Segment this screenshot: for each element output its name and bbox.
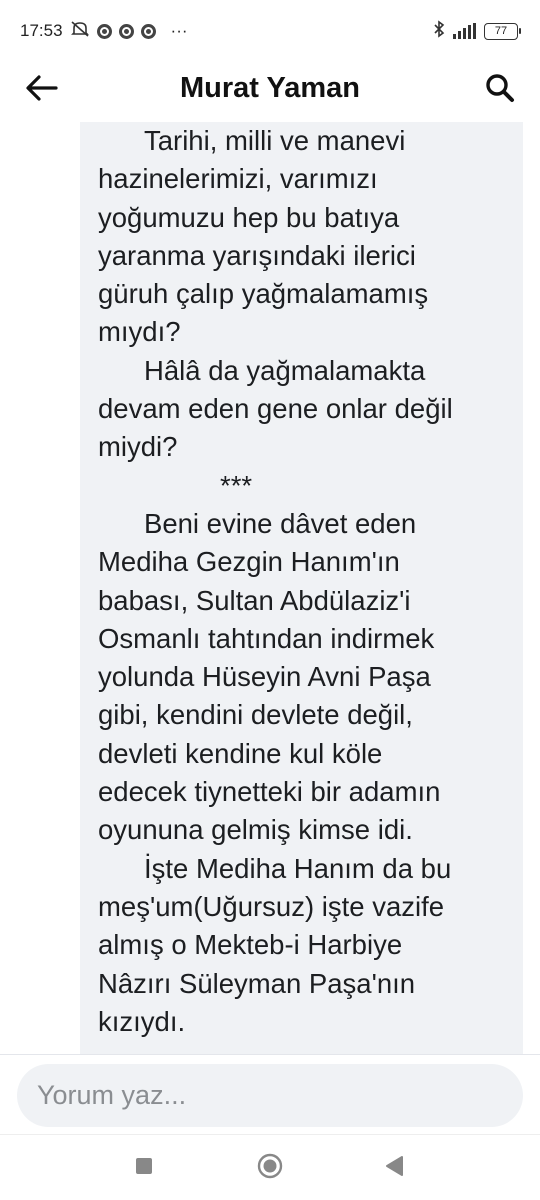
post-line: Mediha Gezgin Hanım'ın [98, 546, 400, 578]
post-line: Tarihi, milli ve manevi [144, 125, 406, 156]
post-line: devleti kendine kul köle [98, 737, 383, 769]
post-line: yolunda Hüseyin Avni Paşa [98, 661, 431, 693]
post-card: Tarihi, milli ve manevi hazinelerimizi, v… [80, 122, 523, 1054]
comment-bar[interactable] [17, 1064, 523, 1127]
post-line: hazinelerimizi, varımızı [98, 163, 378, 195]
post-line: yoğumuzu hep bu batıya [98, 201, 400, 233]
search-button[interactable] [480, 70, 520, 110]
status-left: 17:53 ··· [20, 20, 188, 43]
post-line: Hâlâ da yağmalamakta [144, 354, 426, 386]
muted-notification-icon [70, 20, 90, 43]
post-line: Nâzırı Süleyman Paşa'nın [98, 967, 416, 999]
post-line: meş'um(Uğursuz) işte vazife [98, 890, 445, 922]
status-bar: 17:53 ··· 77 [0, 0, 540, 62]
back-nav-button[interactable] [376, 1150, 412, 1186]
divider [0, 1054, 540, 1055]
chrome-icon [118, 23, 134, 39]
post-line: Osmanlı tahtından indirmek [98, 622, 435, 654]
post-line: Beni evine dâvet eden [144, 507, 417, 539]
recent-apps-button[interactable] [126, 1150, 162, 1186]
post-line: almış o Mekteb-i Harbiye [98, 929, 403, 961]
page-title: Murat Yaman [180, 72, 360, 104]
comment-input[interactable] [35, 1079, 505, 1112]
post-line: gibi, kendini devlete değil, [98, 699, 413, 731]
battery-level: 77 [494, 25, 508, 37]
post-line: miydi? [98, 431, 178, 463]
signal-icon [453, 23, 476, 39]
square-icon [135, 1157, 153, 1180]
home-circle-icon [256, 1152, 284, 1185]
status-right: 77 [433, 19, 521, 43]
post-line: güruh çalıp yağmalamamış [98, 278, 429, 310]
post-line: oyununa gelmiş kimse idi. [98, 814, 413, 846]
post-line: kızıydı. [98, 1005, 186, 1037]
post-line: mıydı? [98, 316, 181, 348]
home-button[interactable] [252, 1150, 288, 1186]
section-separator: *** [220, 469, 253, 501]
post-line: yaranma yarışındaki ilerici [98, 239, 416, 271]
status-time: 17:53 [20, 21, 63, 40]
post-line: babası, Sultan Abdülaziz'i [98, 584, 411, 616]
nav-divider [0, 1134, 540, 1135]
chrome-icon [140, 23, 156, 39]
bluetooth-icon [433, 19, 445, 43]
app-header: Murat Yaman [0, 62, 540, 118]
system-nav-bar [0, 1136, 540, 1200]
post-text: Tarihi, milli ve manevi hazinelerimizi, v… [80, 122, 523, 1041]
triangle-back-icon [384, 1155, 404, 1182]
battery-icon: 77 [484, 22, 521, 40]
search-icon [485, 73, 515, 108]
more-notifications-icon: ··· [170, 21, 188, 40]
post-line: İşte Mediha Hanım da bu [144, 852, 452, 884]
post-line: edecek tiynetteki bir adamın [98, 776, 441, 808]
chrome-icon [96, 23, 112, 39]
post-line: devam eden gene onlar değil [98, 393, 453, 425]
